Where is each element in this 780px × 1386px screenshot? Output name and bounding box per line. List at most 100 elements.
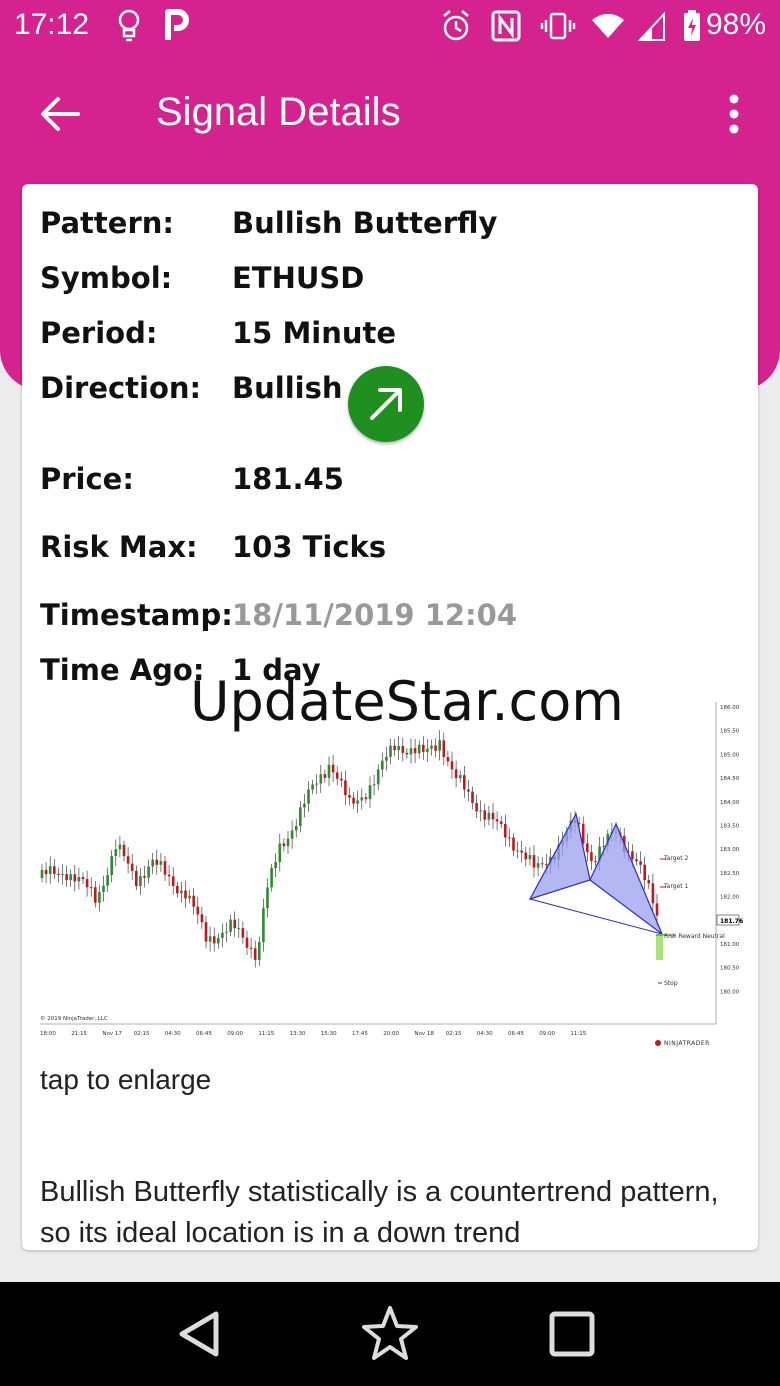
period-label: Period:	[40, 316, 158, 350]
y-tick-label: 180.50	[720, 966, 740, 972]
target1-label: Target 1	[663, 883, 688, 890]
arrow-left-icon[interactable]	[38, 92, 82, 136]
candle-body	[241, 928, 245, 938]
x-tick-label: 11:15	[258, 1031, 274, 1037]
target2-label: Target 2	[663, 855, 688, 862]
candle-body	[192, 895, 195, 907]
entry-zone	[656, 934, 663, 960]
candle-body	[77, 877, 81, 882]
candle-body	[360, 797, 364, 801]
pattern-chart-image[interactable]: Target 2 Target 1 Risk Reward Neutral St…	[36, 698, 746, 1054]
candle-body	[508, 837, 511, 839]
candle-body	[651, 883, 655, 904]
candle-body	[217, 937, 220, 944]
candle-body	[57, 873, 60, 875]
candle-body	[352, 797, 355, 804]
candle-body	[590, 852, 593, 862]
candle-body	[381, 760, 384, 770]
candle-body	[180, 890, 183, 894]
candle-body	[176, 886, 179, 894]
arrow-up-right-icon	[348, 366, 424, 442]
tap-to-enlarge[interactable]: tap to enlarge	[40, 1064, 211, 1096]
candle-body	[303, 803, 306, 808]
x-tick-label: 17:45	[352, 1031, 368, 1037]
candle-body	[348, 795, 351, 798]
candle-body	[331, 764, 335, 773]
candle-body	[639, 861, 642, 865]
candle-body	[245, 937, 249, 948]
triangle-back-icon[interactable]	[170, 1304, 230, 1364]
candle-body	[147, 866, 150, 878]
candle-body	[540, 863, 544, 865]
x-tick-label: Nov 17	[102, 1031, 122, 1037]
pattern-label: Pattern:	[40, 206, 174, 240]
candle-body	[467, 789, 470, 792]
candle-body	[270, 868, 273, 888]
candle-body	[221, 932, 224, 938]
y-tick-label: 185.00	[720, 752, 740, 758]
candle-body	[471, 791, 474, 803]
candle-body	[393, 745, 396, 751]
app-bar: Signal Details	[0, 52, 780, 172]
x-tick-label: 04:30	[165, 1031, 181, 1037]
candle-body	[475, 802, 478, 812]
candle-body	[602, 845, 605, 847]
signal-card: Pattern: Bullish Butterfly Symbol: ETHUS…	[22, 184, 758, 1250]
chart-brand: NINJATRADER	[664, 1040, 710, 1047]
pattern-xab-triangle	[528, 812, 591, 901]
more-vert-icon[interactable]	[728, 94, 740, 134]
symbol-label: Symbol:	[40, 261, 173, 295]
x-tick-label: 02:15	[134, 1031, 150, 1037]
candle-body	[44, 869, 48, 875]
candle-body	[438, 740, 441, 751]
candle-body	[495, 819, 499, 822]
candle-body	[417, 744, 421, 754]
candle-body	[516, 850, 519, 852]
candle-body	[581, 823, 585, 844]
candle-body	[458, 775, 462, 779]
lightbulb-icon	[118, 9, 140, 42]
period-value: 15 Minute	[232, 316, 397, 350]
candle-body	[159, 861, 163, 865]
candle-body	[356, 800, 359, 804]
candle-body	[294, 825, 298, 831]
pattern-description: Bullish Butterfly statistically is a cou…	[40, 1176, 719, 1249]
candle-body	[286, 838, 290, 847]
candle-body	[372, 784, 376, 786]
alarm-icon	[443, 10, 469, 41]
candle-body	[311, 784, 314, 790]
candle-body	[364, 797, 368, 800]
candle-body	[196, 906, 200, 915]
candle-body	[512, 837, 515, 851]
square-recents-icon[interactable]	[542, 1304, 602, 1364]
candle-body	[499, 821, 503, 824]
y-tick-label: 186.00	[720, 705, 740, 711]
candle-body	[73, 874, 77, 882]
candle-body	[536, 863, 540, 868]
candle-body	[463, 775, 466, 790]
candle-body	[586, 843, 589, 853]
candle-body	[126, 856, 130, 864]
symbol-value: ETHUSD	[232, 261, 365, 295]
risk-value: 103 Ticks	[232, 530, 387, 564]
direction-label: Direction:	[40, 371, 202, 405]
candle-body	[479, 810, 482, 812]
candle-body	[430, 745, 433, 749]
candle-body	[290, 830, 294, 839]
timeago-label: Time Ago:	[40, 653, 205, 687]
x-tick-label: 04:30	[477, 1031, 493, 1037]
y-tick-label: 181.00	[720, 942, 740, 948]
candle-body	[155, 859, 159, 865]
candle-body	[319, 774, 323, 784]
y-tick-label: 183.50	[720, 824, 740, 830]
candle-body	[200, 914, 204, 923]
candle-body	[139, 875, 142, 887]
chart-copyright: © 2019 NinjaTrader, LLC	[40, 1015, 108, 1022]
candle-body	[266, 887, 269, 909]
candle-body	[323, 774, 327, 778]
candle-body	[94, 887, 97, 903]
candle-body	[315, 783, 318, 785]
wifi-icon	[592, 13, 624, 38]
star-icon[interactable]	[360, 1304, 420, 1364]
candle-body	[204, 922, 208, 942]
